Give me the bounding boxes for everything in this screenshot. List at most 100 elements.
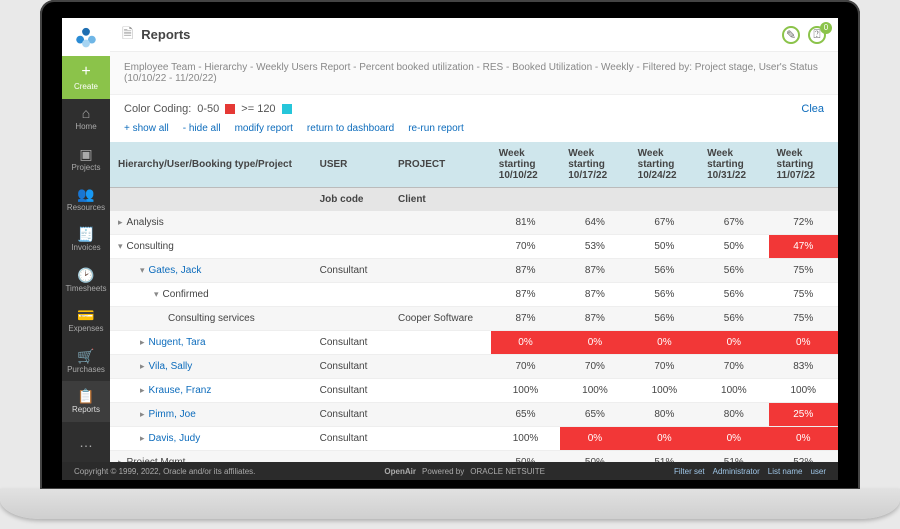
value-cell: 56% [630,259,699,283]
value-cell: 50% [699,235,768,259]
value-cell: 56% [699,259,768,283]
col-week-1[interactable]: Week starting 10/10/22 [491,142,560,188]
value-cell: 83% [769,355,838,379]
hierarchy-cell[interactable]: Pimm, Joe [110,403,312,427]
hierarchy-cell[interactable]: Krause, Franz [110,379,312,403]
table-row: Pimm, JoeConsultant65%65%80%80%25% [110,403,838,427]
header-row-2: Job code Client [110,188,838,212]
hierarchy-cell[interactable]: Consulting services [110,307,312,331]
modify-report-link[interactable]: modify report [235,123,293,134]
nav-purchases[interactable]: 🛒 Purchases [62,341,110,381]
value-cell: 52% [769,451,838,463]
value-cell: 0% [769,331,838,355]
nav-projects[interactable]: ▣ Projects [62,139,110,179]
footer-filterset[interactable]: Filter set [674,467,705,476]
value-cell: 100% [560,379,629,403]
clear-link[interactable]: Clea [801,103,824,115]
nav-invoices[interactable]: 🧾 Invoices [62,220,110,260]
purchases-icon: 🛒 [77,349,94,363]
laptop-frame: + Create ⌂ Home ▣ Projects 👥 Resources [0,0,900,529]
hierarchy-cell[interactable]: Davis, Judy [110,427,312,451]
value-cell: 75% [769,259,838,283]
nav-more[interactable]: … [62,422,110,462]
user-cell [312,283,390,307]
expenses-icon: 💳 [77,308,94,322]
table-row: Gates, JackConsultant87%87%56%56%75% [110,259,838,283]
footer-admin[interactable]: Administrator [713,467,760,476]
user-badge[interactable]: ⍰ 0 [808,26,826,44]
badge-count: 0 [820,22,832,34]
footer-listname[interactable]: List name [768,467,803,476]
table-row: Confirmed87%87%56%56%75% [110,283,838,307]
value-cell: 100% [491,427,560,451]
nav-label: Invoices [71,243,100,252]
report-table-wrap[interactable]: Hierarchy/User/Booking type/Project USER… [110,142,838,462]
nav-label: Projects [72,163,101,172]
value-cell: 50% [560,451,629,463]
value-cell: 87% [560,259,629,283]
swatch-red [225,104,235,114]
user-cell: Consultant [312,331,390,355]
value-cell: 50% [630,235,699,259]
value-cell: 0% [560,427,629,451]
left-nav: + Create ⌂ Home ▣ Projects 👥 Resources [62,18,110,462]
col-hierarchy[interactable]: Hierarchy/User/Booking type/Project [110,142,312,188]
hierarchy-cell[interactable]: Nugent, Tara [110,331,312,355]
nav-expenses[interactable]: 💳 Expenses [62,301,110,341]
col-week-3[interactable]: Week starting 10/24/22 [630,142,699,188]
value-cell: 67% [630,211,699,235]
col-week-2[interactable]: Week starting 10/17/22 [560,142,629,188]
nav-label: Resources [67,203,105,212]
hierarchy-cell[interactable]: Vila, Sally [110,355,312,379]
value-cell: 56% [699,283,768,307]
col-client[interactable]: Client [390,188,491,212]
rerun-report-link[interactable]: re-run report [408,123,464,134]
pencil-badge[interactable]: ✎ [782,26,800,44]
hierarchy-cell[interactable]: Project Mgmt [110,451,312,463]
hierarchy-cell[interactable]: Confirmed [110,283,312,307]
col-week-5[interactable]: Week starting 11/07/22 [769,142,838,188]
hide-all-link[interactable]: - hide all [183,123,221,134]
value-cell: 0% [630,331,699,355]
value-cell: 70% [560,355,629,379]
value-cell: 87% [491,283,560,307]
nav-label: Reports [72,405,100,414]
app-body: + Create ⌂ Home ▣ Projects 👥 Resources [62,18,838,462]
user-cell: Consultant [312,355,390,379]
project-cell [390,283,491,307]
col-jobcode[interactable]: Job code [312,188,390,212]
product-logo[interactable] [62,18,110,56]
hierarchy-cell[interactable]: Gates, Jack [110,259,312,283]
footer-brand-netsuite: ORACLE NETSUITE [470,467,545,476]
nav-timesheets[interactable]: 🕑 Timesheets [62,260,110,300]
footer-user[interactable]: user [810,467,826,476]
value-cell: 65% [560,403,629,427]
return-dashboard-link[interactable]: return to dashboard [307,123,394,134]
col-week-4[interactable]: Week starting 10/31/22 [699,142,768,188]
project-cell [390,379,491,403]
show-all-link[interactable]: + show all [124,123,169,134]
value-cell: 87% [491,307,560,331]
value-cell: 25% [769,403,838,427]
col-user[interactable]: USER [312,142,390,188]
nav-reports[interactable]: 📋 Reports [62,381,110,421]
value-cell: 53% [560,235,629,259]
project-cell [390,403,491,427]
table-row: Consulting70%53%50%50%47% [110,235,838,259]
nav-resources[interactable]: 👥 Resources [62,179,110,219]
swatch-teal [282,104,292,114]
table-row: Project Mgmt50%50%51%51%52% [110,451,838,463]
report-table: Hierarchy/User/Booking type/Project USER… [110,142,838,462]
create-button[interactable]: + Create [62,56,110,98]
value-cell: 56% [630,307,699,331]
project-cell [390,355,491,379]
project-cell [390,259,491,283]
col-project[interactable]: PROJECT [390,142,491,188]
nav-home[interactable]: ⌂ Home [62,99,110,139]
color-coding-label: Color Coding: [124,103,191,115]
app-screen: + Create ⌂ Home ▣ Projects 👥 Resources [62,18,838,480]
screen-bezel: + Create ⌂ Home ▣ Projects 👥 Resources [40,0,860,490]
hierarchy-cell[interactable]: Analysis [110,211,312,235]
value-cell: 56% [699,307,768,331]
hierarchy-cell[interactable]: Consulting [110,235,312,259]
